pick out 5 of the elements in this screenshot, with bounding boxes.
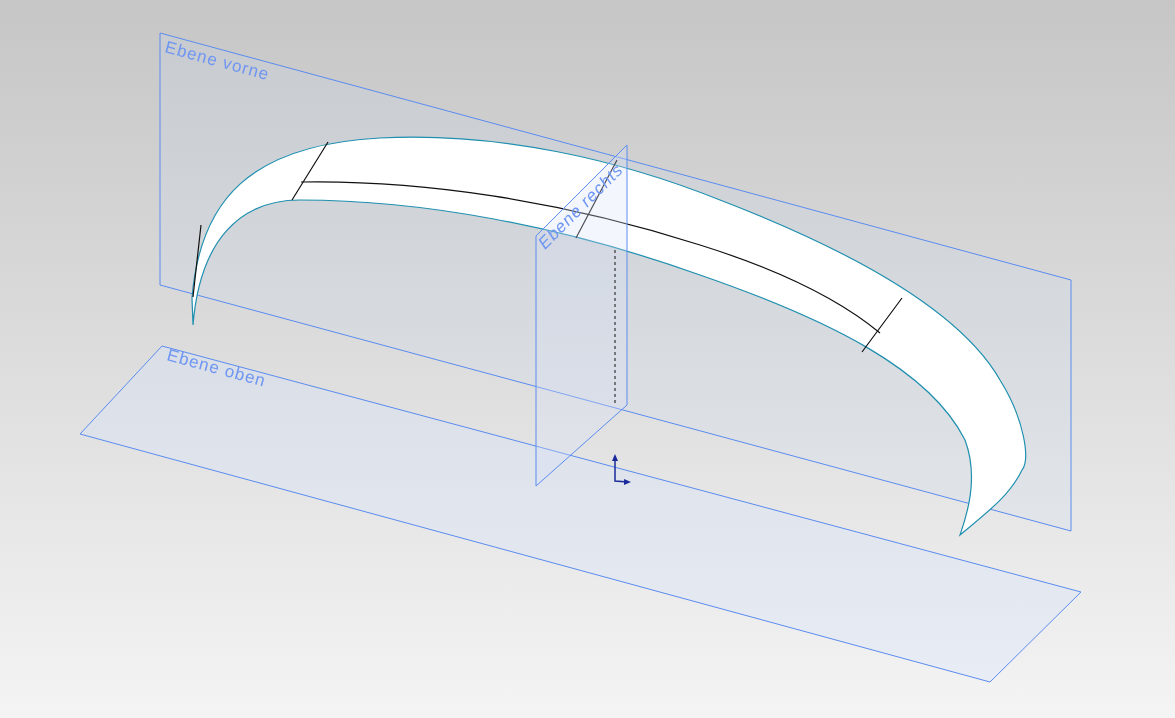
plane-label: Ebene oben <box>164 345 269 391</box>
origin-icon <box>612 454 631 485</box>
reference-plane[interactable] <box>79 345 1082 683</box>
plane-label: Ebene vorne <box>162 37 272 84</box>
reference-plane[interactable] <box>535 144 628 487</box>
